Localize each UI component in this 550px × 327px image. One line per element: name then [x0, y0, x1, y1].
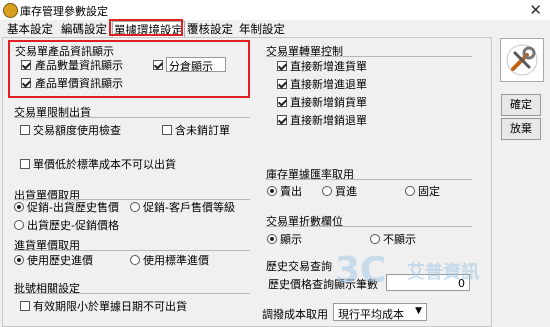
transfer-checkbox-2[interactable]	[277, 79, 287, 89]
module-logo	[500, 38, 544, 82]
history-title: 歷史交易查詢	[266, 260, 332, 273]
transfer-checkbox-3[interactable]	[277, 97, 287, 107]
tab-review[interactable]: 覆核設定	[186, 21, 234, 37]
below-cost-checkbox[interactable]	[20, 159, 30, 169]
warehouse-label: 分倉顯示	[169, 60, 213, 73]
qty-info-checkbox[interactable]	[21, 60, 31, 70]
close-icon[interactable]: ✕	[529, 0, 542, 20]
rate-radio-3[interactable]	[405, 186, 415, 196]
credit-check-label: 交易額度使用檢查	[33, 124, 121, 137]
shipment-limit-divider	[14, 117, 250, 118]
transfer-checkbox-4[interactable]	[277, 115, 287, 125]
batch-divider	[14, 293, 250, 294]
transfer-label-4: 直接新增銷退單	[290, 114, 367, 127]
cancel-button[interactable]: 放棄	[501, 118, 541, 140]
credit-check-checkbox[interactable]	[20, 125, 30, 135]
purchase-price-divider	[14, 250, 250, 251]
chevron-down-icon: ▼	[415, 306, 422, 316]
transfer-label-3: 直接新增銷貨單	[290, 96, 367, 109]
ok-button[interactable]: 確定	[501, 94, 541, 116]
tab-coding[interactable]: 編碼設定	[60, 21, 108, 37]
tools-icon	[506, 44, 538, 76]
cost-select-value: 現行平均成本	[338, 308, 404, 321]
tab-year[interactable]: 年制設定	[238, 21, 286, 37]
expiry-label: 有效期限小於單據日期不可出貨	[33, 300, 187, 313]
tab-highlight	[109, 19, 183, 36]
discount-opt-1: 顯示	[280, 233, 302, 246]
rate-radio-2[interactable]	[322, 186, 332, 196]
ship-price-radio-1[interactable]	[14, 202, 24, 212]
window-title: 庫存管理參數設定	[20, 5, 108, 18]
incl-unsold-label: 含未銷訂單	[175, 124, 230, 137]
title-bar: 庫存管理參數設定 ✕	[0, 0, 550, 20]
transfer-label-2: 直接新增進退單	[290, 78, 367, 91]
ship-price-radio-3[interactable]	[14, 220, 24, 230]
qty-info-label: 產品數量資訊顯示	[35, 59, 123, 72]
rate-opt-3: 固定	[418, 185, 440, 198]
ship-price-opt-1: 促銷-出貨歷史售價	[27, 201, 119, 214]
ship-price-opt-3: 出貨歷史-促銷價格	[27, 219, 119, 232]
purchase-price-radio-2[interactable]	[130, 255, 140, 265]
transfer-label-1: 直接新增進貨單	[290, 60, 367, 73]
warehouse-checkbox[interactable]	[153, 60, 163, 70]
rate-opt-1: 賣出	[280, 185, 302, 198]
tab-bar: 基本設定 編碼設定 單據環境設定 覆核設定 年制設定	[0, 20, 550, 38]
purchase-price-opt-1: 使用歷史進價	[27, 254, 93, 267]
watermark-mark: 3C	[335, 250, 386, 291]
below-cost-label: 單價低於標準成本不可以出貨	[33, 158, 176, 171]
rate-opt-2: 買進	[335, 185, 357, 198]
purchase-price-radio-1[interactable]	[14, 255, 24, 265]
rate-radio-1[interactable]	[267, 186, 277, 196]
rate-divider	[266, 179, 472, 180]
tab-basic[interactable]: 基本設定	[6, 21, 54, 37]
cost-select[interactable]: 現行平均成本 ▼	[333, 303, 427, 321]
discount-divider	[266, 226, 472, 227]
incl-unsold-checkbox[interactable]	[162, 125, 172, 135]
expiry-checkbox[interactable]	[20, 301, 30, 311]
watermark-logo: 3C 艾普資訊	[335, 250, 479, 291]
ship-price-radio-2[interactable]	[130, 202, 140, 212]
discount-radio-1[interactable]	[267, 234, 277, 244]
transfer-checkbox-1[interactable]	[277, 61, 287, 71]
discount-radio-2[interactable]	[370, 234, 380, 244]
price-info-label: 產品單價資訊顯示	[35, 77, 123, 90]
cost-label: 調撥成本取用	[262, 308, 328, 321]
transfer-divider	[266, 56, 472, 57]
purchase-price-opt-2: 使用標準進價	[143, 254, 209, 267]
watermark-text: 艾普資訊	[407, 261, 479, 283]
ship-price-opt-2: 促銷-客戶售價等級	[143, 201, 235, 214]
price-info-checkbox[interactable]	[21, 78, 31, 88]
app-icon	[3, 3, 18, 18]
